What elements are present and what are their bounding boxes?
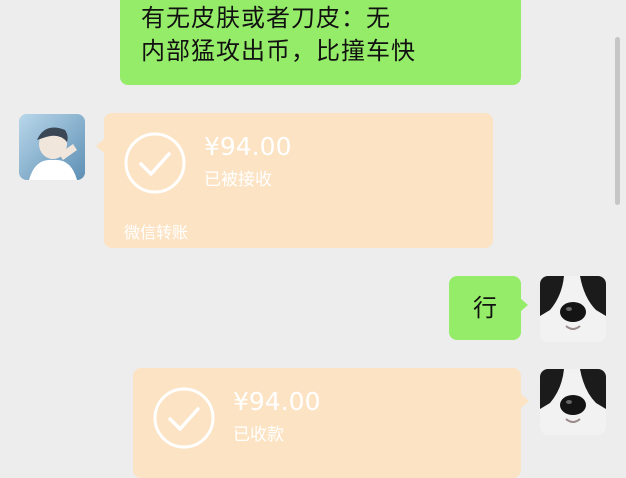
transfer-status: 已被接收 (204, 170, 272, 190)
sent-message-bubble[interactable]: 有无皮肤或者刀皮：无 内部猛攻出币，比撞车快 (120, 0, 521, 85)
contact-avatar[interactable] (19, 114, 85, 180)
self-avatar[interactable] (540, 369, 606, 435)
scrollbar-thumb[interactable] (615, 37, 620, 205)
dog-avatar-image (540, 369, 606, 435)
transfer-amount: ¥94.00 (204, 132, 292, 161)
transfer-footer-label: 微信转账 (124, 223, 189, 242)
message-text: 有无皮肤或者刀皮：无 内部猛攻出币，比撞车快 (141, 4, 416, 65)
dog-avatar-image (540, 276, 606, 342)
transfer-card[interactable]: ¥94.00 已被接收 微信转账 (96, 113, 493, 248)
transfer-status: 已收款 (233, 425, 284, 445)
user-avatar-image (19, 114, 85, 180)
message-text: 行 (473, 294, 497, 322)
check-circle-icon (153, 387, 215, 449)
transfer-card[interactable]: ¥94.00 已收款 (133, 368, 529, 478)
transfer-amount: ¥94.00 (233, 387, 321, 416)
sent-message-bubble[interactable]: 行 (449, 276, 528, 340)
self-avatar[interactable] (540, 276, 606, 342)
check-circle-icon (124, 132, 186, 194)
